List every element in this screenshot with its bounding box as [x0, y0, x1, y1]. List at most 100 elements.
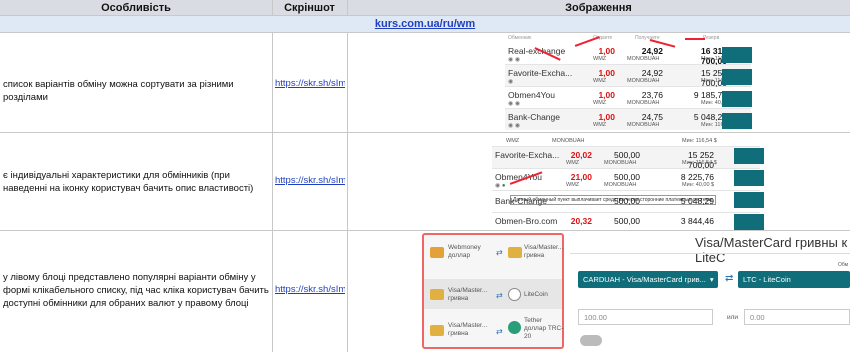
- feature-cell-sorting[interactable]: список варіантів обміну можна сортувати …: [3, 78, 271, 104]
- exchanger-row[interactable]: Obmen-Bro.com 20,32 500,00 3 844,46: [492, 213, 760, 229]
- header-feature[interactable]: Особливість: [0, 0, 272, 15]
- badge-icons: ◉ ◉: [508, 123, 521, 129]
- to-currency-select[interactable]: LTC - LiteCoin: [738, 271, 850, 288]
- exchanger-name: Favorite-Excha...: [508, 68, 573, 78]
- exchange-button[interactable]: [734, 192, 764, 208]
- get-value: 24,92: [641, 68, 663, 78]
- select-to-label: LTC - LiteCoin: [743, 275, 791, 284]
- or-label: или: [727, 314, 739, 321]
- col-header-reserve: Резерв: [703, 35, 720, 41]
- get-currency: MONOBUAH: [552, 138, 585, 144]
- card-icon: [430, 289, 444, 300]
- screenshot-link-3[interactable]: https://skr.sh/sImv: [275, 284, 345, 295]
- give-currency: WMZ: [593, 78, 607, 84]
- exchanger-row[interactable]: Bank-Change 500,00 5 048,29: [492, 191, 760, 213]
- screenshot-link-1[interactable]: https://skr.sh/sImx: [275, 78, 345, 89]
- give-value: 1,00: [598, 46, 615, 56]
- get-currency: MONOBUAH: [627, 100, 660, 106]
- exchanger-row[interactable]: Favorite-Excha... 20,02 WMZ 500,00 MONOB…: [492, 147, 760, 170]
- amount-to-input[interactable]: 0.00: [744, 309, 850, 325]
- site-link[interactable]: kurs.com.ua/ru/wm: [375, 18, 475, 30]
- give-value: 20,02: [570, 150, 592, 160]
- feature-cell-characteristics[interactable]: є індивідуальні характеристики для обмін…: [3, 169, 271, 195]
- get-value: 500,00: [614, 216, 640, 226]
- reserve-value: 3 844,46: [680, 216, 714, 226]
- reserve-value: 9 185,76: [693, 90, 727, 100]
- give-currency: WMZ: [566, 160, 580, 166]
- exchanger-name: Bank-Change: [508, 112, 560, 122]
- site-link-row: kurs.com.ua/ru/wm: [0, 15, 850, 32]
- get-currency: MONOBUAH: [627, 122, 660, 128]
- give-currency: WMZ: [566, 182, 580, 188]
- chevron-down-icon: ▾: [709, 275, 714, 284]
- from-currency: Visa/Master... гривна: [448, 287, 488, 302]
- exchange-title: Visa/MasterCard гривны к LiteC: [695, 235, 848, 265]
- give-currency: WMZ: [593, 122, 607, 128]
- exchange-button[interactable]: [734, 214, 764, 230]
- give-value: 1,00: [598, 112, 615, 122]
- screenshot-characteristics: WMZ MONOBUAH Мин: 116,54 $ Favorite-Exch…: [492, 133, 760, 229]
- exchanger-name: Obmen-Bro.com: [495, 216, 558, 226]
- to-currency: LiteCoin: [524, 291, 548, 298]
- from-currency: Visa/Master... гривна: [448, 322, 488, 337]
- get-value: 500,00: [614, 196, 640, 206]
- exchange-button[interactable]: [734, 170, 764, 186]
- exchange-button[interactable]: [722, 47, 752, 63]
- get-value: 23,76: [641, 90, 663, 100]
- exchange-button[interactable]: [722, 69, 752, 85]
- exchanger-name: Bank-Change: [495, 196, 547, 206]
- badge-icons: ◉: [508, 79, 514, 85]
- badge-icons: ◉ ●: [495, 183, 506, 189]
- badge-icons: ◉ ◉: [508, 57, 521, 63]
- webmoney-icon: [430, 247, 444, 258]
- screenshot-sorting: Обменник Отдаете Получаете Резерв Real-e…: [505, 33, 751, 130]
- reserve-value: 8 225,76: [680, 172, 714, 182]
- exchanger-row[interactable]: Real-exchange ◉ ◉ 1,00 WMZ 24,92 MONOBUA…: [505, 43, 751, 66]
- min-amount: Мин: 40,00 $: [682, 182, 715, 188]
- amount-from-input[interactable]: 100.00: [578, 309, 713, 325]
- get-currency: MONOBUAH: [604, 160, 637, 166]
- give-value: 1,00: [598, 90, 615, 100]
- exchanger-row[interactable]: Obmen4You ◉ ◉ 1,00 WMZ 23,76 MONOBUAH 9 …: [505, 87, 751, 109]
- get-currency: MONOBUAH: [604, 182, 637, 188]
- to-currency: Visa/Master... гривна: [524, 244, 564, 259]
- feature-cell-popular-list[interactable]: у лівому блоці представлено популярні ва…: [3, 271, 271, 310]
- corner-label: Обм: [838, 262, 849, 268]
- annotation-arrow: [685, 38, 705, 40]
- exchanger-row[interactable]: Bank-Change ◉ ◉ 1,00 WMZ 24,75 MONOBUAH …: [505, 109, 751, 130]
- swap-icon: ⇄: [496, 327, 503, 336]
- exchanger-row[interactable]: WMZ MONOBUAH Мин: 116,54 $: [492, 133, 760, 147]
- give-value: 1,00: [598, 68, 615, 78]
- reserve-value: 5 048,29: [693, 112, 727, 122]
- from-currency: Webmoney доллар: [448, 244, 481, 259]
- exchanger-row[interactable]: Favorite-Excha... ◉ 1,00 WMZ 24,92 MONOB…: [505, 65, 751, 88]
- exchanger-row[interactable]: Obmen4You ◉ ● 21,00 WMZ 500,00 MONOBUAH …: [492, 169, 760, 191]
- screenshot-link-2[interactable]: https://skr.sh/sImv: [275, 175, 345, 186]
- give-value: 20,32: [570, 216, 592, 226]
- exchange-button[interactable]: [722, 113, 752, 129]
- tether-icon: [508, 321, 521, 334]
- header-image[interactable]: Зображення: [347, 0, 850, 15]
- popular-list: Webmoney доллар ⇄ Visa/Master... гривна …: [422, 233, 564, 349]
- get-value: 24,75: [641, 112, 663, 122]
- swap-icon[interactable]: ⇄: [725, 273, 733, 284]
- give-currency: WMZ: [593, 100, 607, 106]
- get-value: 24,92: [641, 46, 663, 56]
- get-value: 500,00: [614, 150, 640, 160]
- swap-icon: ⇄: [496, 248, 503, 257]
- header-screenshot[interactable]: Скріншот: [272, 0, 347, 15]
- litecoin-icon: [508, 288, 521, 301]
- popular-item[interactable]: Visa/Master... гривна ⇄ LiteCoin: [424, 279, 562, 309]
- exchange-button[interactable]: [722, 91, 752, 107]
- from-currency-select[interactable]: CARDUAH - Visa/MasterCard грив... ▾: [578, 271, 718, 288]
- get-currency: MONOBUAH: [627, 78, 660, 84]
- toggle-switch[interactable]: [580, 335, 602, 346]
- select-from-label: CARDUAH - Visa/MasterCard грив...: [583, 275, 706, 284]
- card-icon: [508, 247, 522, 258]
- min-amount: Мин: 116,54 $: [682, 160, 717, 166]
- swap-icon: ⇄: [496, 291, 503, 300]
- card-icon: [430, 325, 444, 336]
- min-amount: Мин: 116,54 $: [682, 138, 717, 144]
- screenshot-popular: Webmoney доллар ⇄ Visa/Master... гривна …: [420, 231, 850, 352]
- exchange-button[interactable]: [734, 148, 764, 164]
